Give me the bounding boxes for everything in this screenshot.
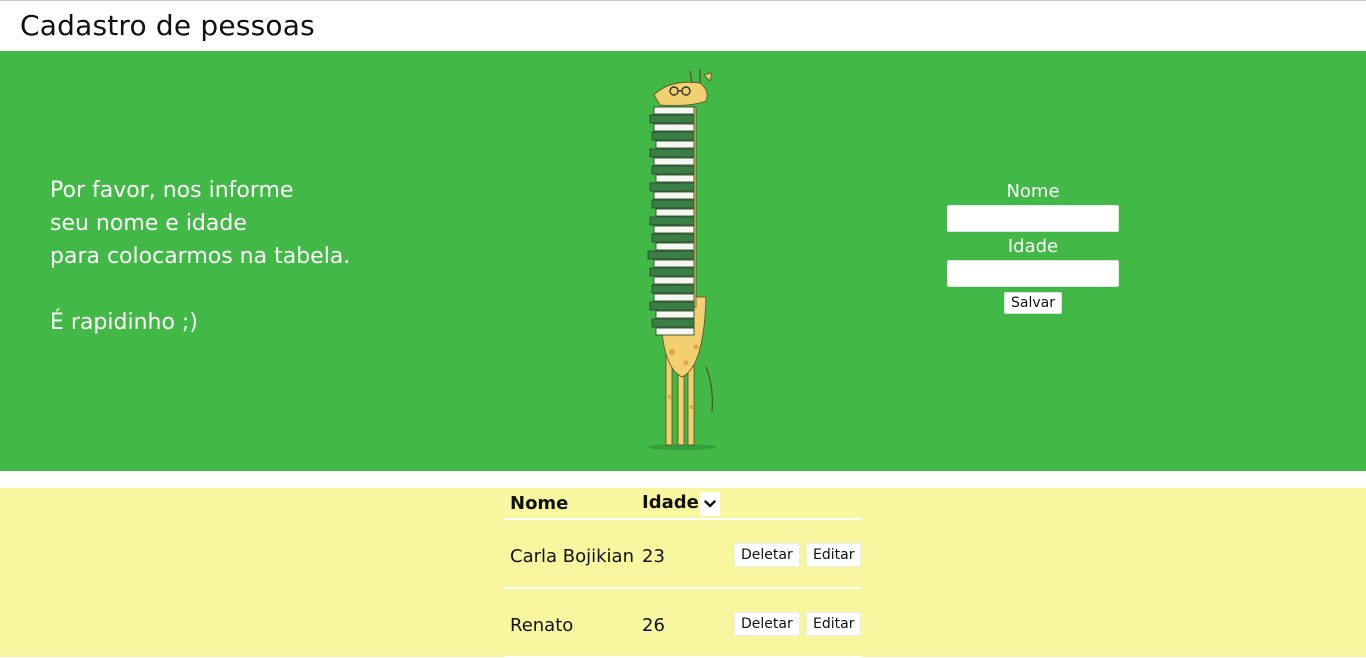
hero-spacer	[50, 273, 350, 306]
page-title: Cadastro de pessoas	[20, 9, 315, 42]
hero-tagline: É rapidinho ;)	[50, 310, 198, 335]
name-input[interactable]	[947, 205, 1119, 232]
sort-age-button[interactable]	[700, 492, 720, 516]
edit-button[interactable]: Editar	[806, 612, 862, 636]
people-table: Nome Idade Carla Bojikian 23 Deletar Edi…	[504, 488, 862, 658]
hero-line: seu nome e idade	[50, 211, 247, 236]
age-input[interactable]	[947, 260, 1119, 287]
name-label: Nome	[1006, 181, 1060, 202]
table-row: Carla Bojikian 23 Deletar Editar	[504, 520, 862, 589]
edit-button[interactable]: Editar	[806, 543, 862, 567]
age-label: Idade	[1007, 236, 1059, 257]
chevron-down-icon	[704, 500, 716, 508]
delete-button[interactable]: Deletar	[734, 612, 800, 636]
row-name: Carla Bojikian	[510, 546, 634, 567]
save-button[interactable]: Salvar	[1004, 292, 1062, 314]
row-name: Renato	[510, 615, 574, 636]
top-border	[0, 0, 1366, 1]
table-header: Nome Idade	[504, 488, 862, 520]
delete-button[interactable]: Deletar	[734, 543, 800, 567]
hero-line: para colocarmos na tabela.	[50, 244, 351, 269]
row-age: 26	[642, 615, 665, 636]
hero-line: Por favor, nos informe	[50, 178, 294, 203]
row-age: 23	[642, 546, 665, 567]
people-table-section: Nome Idade Carla Bojikian 23 Deletar Edi…	[0, 488, 1366, 658]
hero-message: Por favor, nos informe seu nome e idade …	[50, 174, 350, 339]
person-form: Nome Idade Salvar	[946, 179, 1120, 314]
giraffe-illustration	[647, 69, 716, 450]
column-header-name: Nome	[510, 493, 569, 514]
column-header-age: Idade	[642, 492, 699, 513]
table-row: Renato 26 Deletar Editar	[504, 589, 862, 658]
hero-banner: Por favor, nos informe seu nome e idade …	[0, 51, 1366, 471]
